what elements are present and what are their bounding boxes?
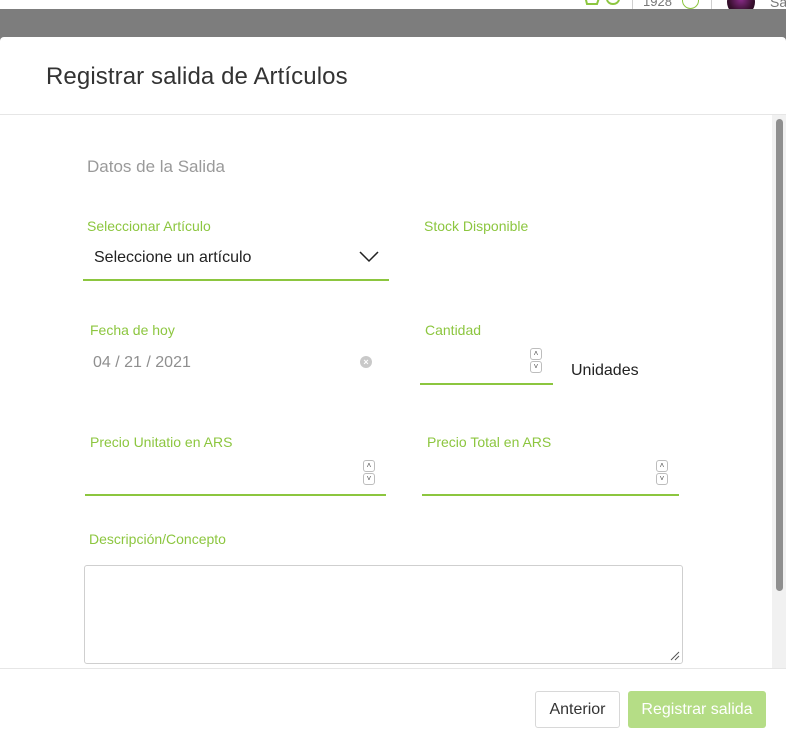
unit-price-label: Precio Unitatio en ARS: [90, 434, 233, 450]
article-select-label: Seleccionar Artículo: [87, 218, 211, 234]
coin-icon: [682, 0, 699, 9]
date-label: Fecha de hoy: [90, 322, 175, 338]
chevron-up-icon[interactable]: ˄: [363, 460, 375, 472]
section-title: Datos de la Salida: [87, 157, 225, 176]
quantity-unit: Unidades: [571, 362, 639, 379]
modal-title: Registrar salida de Artículos: [46, 63, 348, 90]
quantity-underline: [420, 383, 553, 385]
chevron-down-icon[interactable]: ˅: [530, 361, 542, 373]
description-textarea[interactable]: [84, 565, 683, 664]
article-select-value[interactable]: Seleccione un artículo: [94, 249, 251, 267]
top-app-bar: 1928 Sa: [0, 0, 786, 16]
cart-icon[interactable]: [582, 0, 600, 8]
clear-icon[interactable]: ×: [360, 356, 372, 368]
chevron-down-icon[interactable]: [359, 251, 379, 263]
total-price-stepper[interactable]: ˄ ˅: [656, 460, 668, 485]
resize-handle-icon[interactable]: [670, 651, 680, 661]
chevron-up-icon[interactable]: ˄: [656, 460, 668, 472]
notification-icon[interactable]: [606, 0, 620, 5]
scrollbar-thumb[interactable]: [776, 119, 783, 591]
chevron-down-icon[interactable]: ˅: [363, 473, 375, 485]
modal-body: Datos de la Salida Seleccionar Artículo …: [0, 115, 786, 668]
date-input[interactable]: 04 / 21 / 2021: [93, 354, 191, 372]
total-price-underline: [422, 494, 679, 496]
unit-price-underline: [85, 494, 386, 496]
chevron-down-icon[interactable]: ˅: [656, 473, 668, 485]
description-label: Descripción/Concepto: [89, 531, 226, 547]
previous-button[interactable]: Anterior: [535, 691, 620, 728]
quantity-label: Cantidad: [425, 322, 482, 338]
quantity-stepper[interactable]: ˄ ˅: [530, 348, 542, 373]
article-select-underline: [83, 279, 389, 281]
register-exit-button[interactable]: Registrar salida: [628, 691, 766, 728]
chevron-up-icon[interactable]: ˄: [530, 348, 542, 360]
points-count: 1928: [643, 0, 672, 9]
unit-price-stepper[interactable]: ˄ ˅: [363, 460, 375, 485]
modal-header: Registrar salida de Artículos: [0, 37, 786, 115]
modal-footer: Anterior Registrar salida: [0, 668, 786, 749]
stock-label: Stock Disponible: [424, 218, 529, 234]
register-exit-modal: Registrar salida de Artículos Datos de l…: [0, 37, 786, 749]
total-price-label: Precio Total en ARS: [427, 434, 552, 450]
